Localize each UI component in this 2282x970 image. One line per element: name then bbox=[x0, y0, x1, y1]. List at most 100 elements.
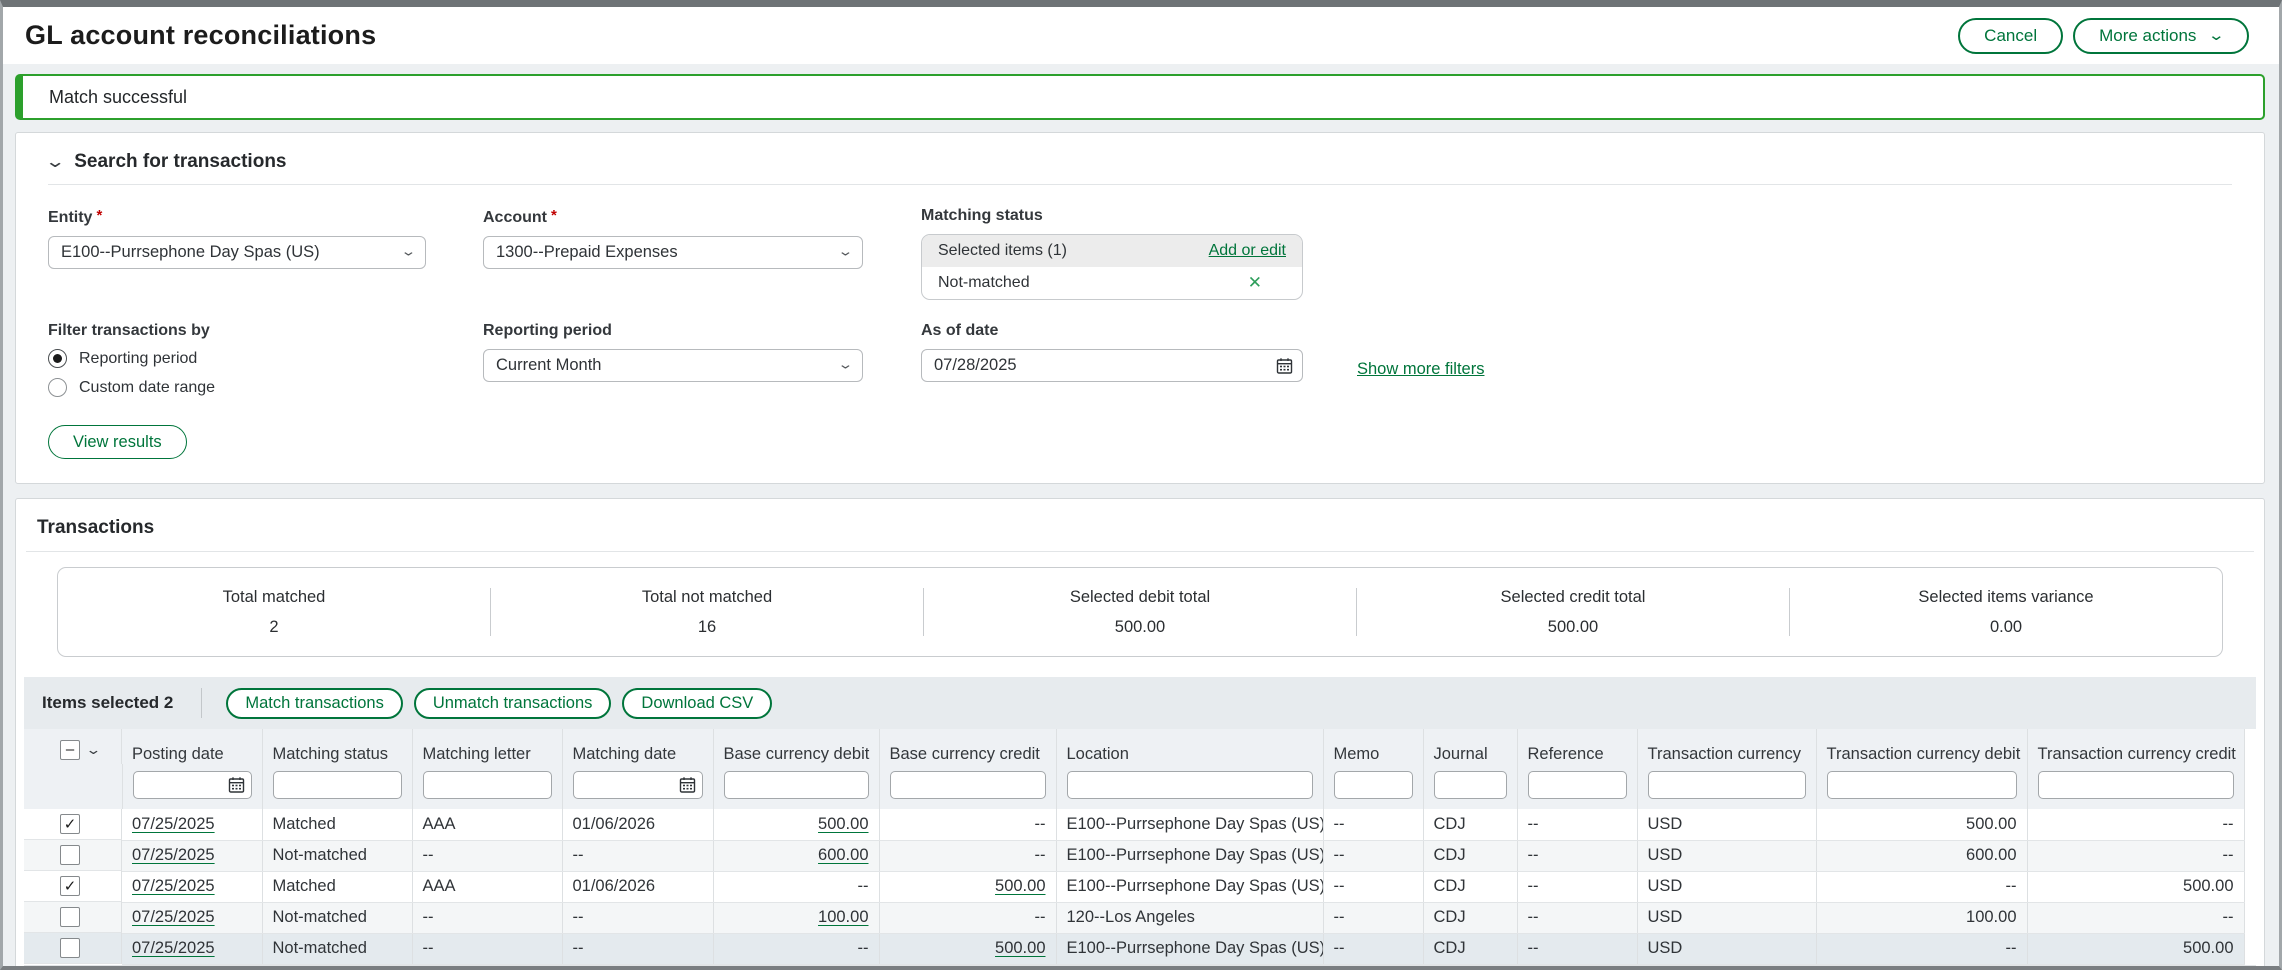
summary-label: Total not matched bbox=[642, 588, 772, 607]
filter-input-base-credit[interactable] bbox=[890, 771, 1046, 799]
cell-posting-date[interactable]: 07/25/2025 bbox=[122, 809, 262, 840]
posting-date-link[interactable]: 07/25/2025 bbox=[132, 939, 215, 957]
account-label: Account* bbox=[483, 207, 863, 227]
row-checkbox-checked[interactable]: ✓ bbox=[60, 876, 80, 896]
cell-matching-status: Matched bbox=[262, 809, 412, 840]
cell-base-credit: -- bbox=[879, 840, 1056, 871]
cell-txn-currency: USD bbox=[1637, 809, 1816, 840]
cell-txn-currency: USD bbox=[1637, 933, 1816, 964]
view-results-button[interactable]: View results bbox=[48, 425, 187, 459]
column-header-reference[interactable]: Reference bbox=[1517, 729, 1637, 764]
gl-reconciliation-page: GL account reconciliations Cancel More a… bbox=[0, 0, 2282, 970]
radio-unselected[interactable] bbox=[48, 378, 67, 397]
column-header-txn-credit[interactable]: Transaction currency credit bbox=[2027, 729, 2244, 764]
select-all-header-cell: –⌄ bbox=[24, 729, 122, 764]
unmatch-transactions-button[interactable]: Unmatch transactions bbox=[414, 688, 612, 719]
cell-base-credit[interactable]: 500.00 bbox=[879, 871, 1056, 902]
cell-base-credit[interactable]: 500.00 bbox=[879, 933, 1056, 964]
show-more-filters-link[interactable]: Show more filters bbox=[1357, 360, 1484, 378]
cancel-button[interactable]: Cancel bbox=[1958, 18, 2063, 54]
filter-input-txn-credit[interactable] bbox=[2038, 771, 2234, 799]
filter-input-txn-debit[interactable] bbox=[1827, 771, 2017, 799]
row-checkbox[interactable] bbox=[60, 845, 80, 865]
filter-input-matching-status[interactable] bbox=[273, 771, 402, 799]
summary-cell: Selected credit total500.00 bbox=[1357, 568, 1789, 656]
row-checkbox-checked[interactable]: ✓ bbox=[60, 814, 80, 834]
reporting-period-value: Current Month bbox=[496, 356, 601, 375]
calendar-icon[interactable] bbox=[228, 777, 245, 794]
calendar-icon[interactable] bbox=[679, 777, 696, 794]
posting-date-link[interactable]: 07/25/2025 bbox=[132, 815, 215, 833]
filter-input-memo[interactable] bbox=[1334, 771, 1413, 799]
cell-posting-date[interactable]: 07/25/2025 bbox=[122, 933, 262, 964]
download-csv-button[interactable]: Download CSV bbox=[622, 688, 772, 719]
entity-select[interactable]: E100--Purrsephone Day Spas (US) ⌄ bbox=[48, 236, 426, 269]
row-checkbox[interactable] bbox=[60, 907, 80, 927]
cell-posting-date[interactable]: 07/25/2025 bbox=[122, 840, 262, 871]
required-asterisk: * bbox=[551, 207, 557, 224]
filter-by-label: Filter transactions by bbox=[48, 322, 426, 340]
filter-by-option-0[interactable]: Reporting period bbox=[48, 349, 426, 368]
cell-matching-status: Not-matched bbox=[262, 902, 412, 933]
account-value: 1300--Prepaid Expenses bbox=[496, 243, 678, 262]
filter-input-reference[interactable] bbox=[1528, 771, 1627, 799]
column-header-base-debit[interactable]: Base currency debit bbox=[713, 729, 879, 764]
cell-base-debit[interactable]: 600.00 bbox=[713, 840, 879, 871]
collapse-chevron-icon[interactable]: ⌄ bbox=[44, 152, 65, 172]
base-debit-link[interactable]: 600.00 bbox=[818, 846, 868, 864]
base-debit-link[interactable]: 500.00 bbox=[818, 815, 868, 833]
as-of-date-input[interactable]: 07/28/2025 bbox=[921, 349, 1303, 382]
cell-matching-date: -- bbox=[562, 902, 713, 933]
posting-date-link[interactable]: 07/25/2025 bbox=[132, 877, 215, 895]
filter-input-base-debit[interactable] bbox=[724, 771, 869, 799]
cell-base-debit[interactable]: 100.00 bbox=[713, 902, 879, 933]
row-checkbox[interactable] bbox=[60, 938, 80, 958]
cell-matching-status: Matched bbox=[262, 871, 412, 902]
cell-memo: -- bbox=[1323, 809, 1423, 840]
add-or-edit-link[interactable]: Add or edit bbox=[1209, 242, 1286, 260]
cell-base-debit[interactable]: 500.00 bbox=[713, 809, 879, 840]
cell-location: 120--Los Angeles bbox=[1056, 902, 1323, 933]
filter-input-location[interactable] bbox=[1067, 771, 1313, 799]
filter-input-journal[interactable] bbox=[1434, 771, 1507, 799]
toolbar-divider bbox=[201, 688, 202, 718]
column-header-base-credit[interactable]: Base currency credit bbox=[879, 729, 1056, 764]
entity-value: E100--Purrsephone Day Spas (US) bbox=[61, 243, 320, 262]
account-select[interactable]: 1300--Prepaid Expenses ⌄ bbox=[483, 236, 863, 269]
column-header-memo[interactable]: Memo bbox=[1323, 729, 1423, 764]
select-menu-chevron-down-icon[interactable]: ⌄ bbox=[85, 742, 101, 758]
radio-selected[interactable] bbox=[48, 349, 67, 368]
posting-date-link[interactable]: 07/25/2025 bbox=[132, 846, 215, 864]
column-header-txn-currency[interactable]: Transaction currency bbox=[1637, 729, 1816, 764]
matching-status-box: Selected items (1) Add or edit Not-match… bbox=[921, 234, 1303, 300]
base-debit-link[interactable]: 100.00 bbox=[818, 908, 868, 926]
column-header-posting-date[interactable]: Posting date bbox=[122, 729, 262, 764]
match-transactions-button[interactable]: Match transactions bbox=[226, 688, 402, 719]
as-of-date-label: As of date bbox=[921, 322, 1303, 340]
filter-input-matching-letter[interactable] bbox=[423, 771, 552, 799]
column-header-journal[interactable]: Journal bbox=[1423, 729, 1517, 764]
column-header-matching-status[interactable]: Matching status bbox=[262, 729, 412, 764]
reporting-period-select[interactable]: Current Month ⌄ bbox=[483, 349, 863, 382]
summary-cell: Total matched2 bbox=[58, 568, 490, 656]
cell-reference: -- bbox=[1517, 902, 1637, 933]
column-header-matching-letter[interactable]: Matching letter bbox=[412, 729, 562, 764]
column-header-matching-date[interactable]: Matching date bbox=[562, 729, 713, 764]
filter-input-txn-currency[interactable] bbox=[1648, 771, 1806, 799]
base-credit-link[interactable]: 500.00 bbox=[995, 939, 1045, 957]
select-all-checkbox[interactable]: – bbox=[60, 740, 80, 760]
calendar-icon[interactable] bbox=[1276, 357, 1293, 374]
remove-filter-close-icon[interactable]: ✕ bbox=[1248, 273, 1262, 293]
posting-date-link[interactable]: 07/25/2025 bbox=[132, 908, 215, 926]
more-actions-button[interactable]: More actions ⌄ bbox=[2073, 18, 2249, 54]
chevron-down-icon: ⌄ bbox=[2208, 31, 2226, 41]
base-credit-link[interactable]: 500.00 bbox=[995, 877, 1045, 895]
column-header-location[interactable]: Location bbox=[1056, 729, 1323, 764]
filter-by-option-1[interactable]: Custom date range bbox=[48, 378, 426, 397]
column-header-txn-debit[interactable]: Transaction currency debit bbox=[1816, 729, 2027, 764]
transactions-section: Transactions Total matched2Total not mat… bbox=[15, 498, 2265, 970]
cell-posting-date[interactable]: 07/25/2025 bbox=[122, 871, 262, 902]
summary-value: 16 bbox=[698, 618, 716, 637]
required-asterisk: * bbox=[96, 207, 102, 224]
cell-posting-date[interactable]: 07/25/2025 bbox=[122, 902, 262, 933]
